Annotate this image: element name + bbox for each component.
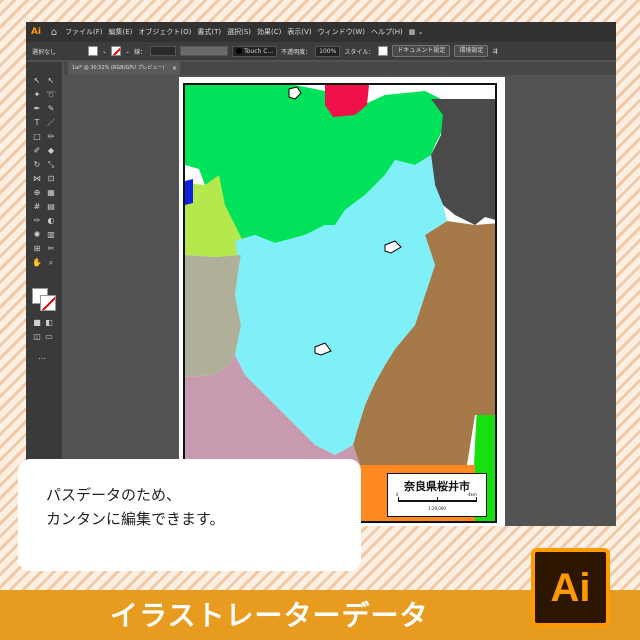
- rectangle-tool-icon[interactable]: □: [32, 132, 42, 142]
- width-tool-icon[interactable]: ⋈: [32, 174, 42, 184]
- menu-select[interactable]: 選択(S): [224, 27, 254, 37]
- layout-icon[interactable]: ▦ ⌄: [406, 28, 427, 36]
- artboard-tool-icon[interactable]: ⊞: [32, 244, 42, 254]
- preferences-button[interactable]: 環境設定: [454, 45, 489, 57]
- symbol-sprayer-icon[interactable]: ✺: [32, 230, 42, 240]
- curvature-tool-icon[interactable]: ✎: [46, 104, 56, 114]
- gradient-tool-icon[interactable]: ▤: [46, 202, 56, 212]
- eyedropper-icon[interactable]: ✑: [32, 216, 42, 226]
- shaper-tool-icon[interactable]: ✐: [32, 146, 42, 156]
- lasso-icon[interactable]: ➰: [46, 90, 56, 100]
- menu-edit[interactable]: 編集(E): [106, 27, 136, 37]
- callout-text: パスデータのため、 カンタンに編集できます。: [46, 486, 225, 528]
- scale-tick: [437, 497, 438, 502]
- map-region-blue: [185, 179, 193, 205]
- draw-mode-icon[interactable]: ◫: [32, 332, 42, 342]
- menu-view[interactable]: 表示(V): [284, 27, 314, 37]
- banner-title: イラストレーターデータ: [110, 599, 429, 632]
- menu-window[interactable]: ウィンドウ(W): [315, 27, 368, 37]
- type-tool-icon[interactable]: T: [32, 118, 42, 128]
- stroke-swatch[interactable]: [111, 46, 122, 56]
- perspective-grid-icon[interactable]: ▦: [46, 188, 56, 198]
- menu-type[interactable]: 書式(T): [194, 27, 224, 37]
- tools-panel: ↖ ↖ ✦ ➰ ✒ ✎ T ／ □ ✏ ✐ ◆ ↻ ⤡ ⋈ ⊡ ⊕ ▦ # ▤ …: [26, 62, 62, 526]
- direct-selection-tool-icon[interactable]: ↖: [46, 76, 56, 86]
- stroke-label: 線：: [134, 48, 147, 56]
- selection-tool-icon[interactable]: ↖: [32, 76, 42, 86]
- document-setup-button[interactable]: ドキュメント設定: [392, 45, 451, 57]
- shape-builder-icon[interactable]: ⊕: [32, 188, 42, 198]
- zoom-tool-icon[interactable]: ⌕: [46, 258, 56, 268]
- menu-help[interactable]: ヘルプ(H): [368, 27, 406, 37]
- rotate-tool-icon[interactable]: ↻: [32, 160, 42, 170]
- chevron-down-icon[interactable]: ⌄: [125, 48, 130, 55]
- control-bar: 選択なし ⌄ ⌄ 線： Touch C... 不透明度： 100% スタイル： …: [26, 42, 616, 60]
- mesh-tool-icon[interactable]: #: [32, 202, 42, 212]
- menu-object[interactable]: オブジェクト(O): [135, 27, 194, 37]
- scale-ratio: 1:29,000: [428, 506, 446, 511]
- city-map-svg: [185, 85, 495, 521]
- color-mode-icon[interactable]: ■: [32, 318, 42, 328]
- fill-swatch[interactable]: [88, 46, 99, 56]
- free-transform-icon[interactable]: ⊡: [46, 174, 56, 184]
- illustrator-window: Ai ⌂ ファイル(F) 編集(E) オブジェクト(O) 書式(T) 選択(S)…: [26, 22, 616, 526]
- more-tools-icon[interactable]: ⋯: [37, 354, 47, 364]
- illustrator-logo-icon: Ai: [531, 548, 610, 627]
- document-tab-bar: 1ai* @ 30.52% (RGB/GPU プレビュー) ×: [64, 62, 616, 75]
- brush-selector[interactable]: Touch C...: [232, 45, 278, 57]
- scale-tool-icon[interactable]: ⤡: [46, 160, 56, 170]
- brush-dot-icon: [236, 48, 243, 54]
- app-logo: Ai: [30, 27, 42, 37]
- close-icon[interactable]: ×: [172, 62, 177, 75]
- opacity-label: 不透明度：: [281, 48, 312, 56]
- gradient-mode-icon[interactable]: ◧: [44, 318, 54, 328]
- graph-tool-icon[interactable]: ▥: [46, 230, 56, 240]
- chevron-down-icon[interactable]: ⌄: [102, 48, 107, 55]
- brush-name: Touch C...: [244, 47, 274, 55]
- selection-status: 選択なし: [32, 48, 57, 56]
- arrange-icon[interactable]: ⇶: [492, 48, 497, 55]
- home-icon[interactable]: ⌂: [46, 27, 62, 38]
- document-tab[interactable]: 1ai* @ 30.52% (RGB/GPU プレビュー) ×: [68, 62, 180, 75]
- menu-file[interactable]: ファイル(F): [62, 27, 106, 37]
- map-region-khaki: [185, 255, 241, 377]
- style-label: スタイル：: [344, 48, 375, 56]
- paintbrush-icon[interactable]: ✏: [46, 132, 56, 142]
- map-legend-box: 奈良県桜井市 0 4km 1:29,000: [387, 473, 487, 517]
- hand-tool-icon[interactable]: ✋: [32, 258, 42, 268]
- style-swatch[interactable]: [378, 46, 389, 56]
- screen-mode-icon[interactable]: ▭: [44, 332, 54, 342]
- scale-tick: [476, 497, 477, 502]
- menu-effect[interactable]: 効果(C): [254, 27, 284, 37]
- variable-width-field[interactable]: [180, 46, 229, 56]
- document-tab-title: 1ai* @ 30.52% (RGB/GPU プレビュー): [72, 65, 165, 71]
- scale-tick: [398, 497, 399, 502]
- map-frame: 奈良県桜井市 0 4km 1:29,000: [183, 83, 497, 523]
- opacity-field[interactable]: 100%: [315, 45, 341, 57]
- pen-tool-icon[interactable]: ✒: [32, 104, 42, 114]
- eraser-icon[interactable]: ◆: [46, 146, 56, 156]
- illustrator-logo-text: Ai: [550, 566, 591, 610]
- line-tool-icon[interactable]: ／: [46, 118, 56, 128]
- menu-bar: Ai ⌂ ファイル(F) 編集(E) オブジェクト(O) 書式(T) 選択(S)…: [26, 22, 616, 42]
- stroke-color-swatch[interactable]: [40, 295, 56, 311]
- blend-tool-icon[interactable]: ◐: [46, 216, 56, 226]
- magic-wand-icon[interactable]: ✦: [32, 90, 42, 100]
- feature-callout: パスデータのため、 カンタンに編集できます。: [18, 459, 361, 571]
- stroke-weight-field[interactable]: [150, 46, 177, 56]
- slice-tool-icon[interactable]: ✂: [46, 244, 56, 254]
